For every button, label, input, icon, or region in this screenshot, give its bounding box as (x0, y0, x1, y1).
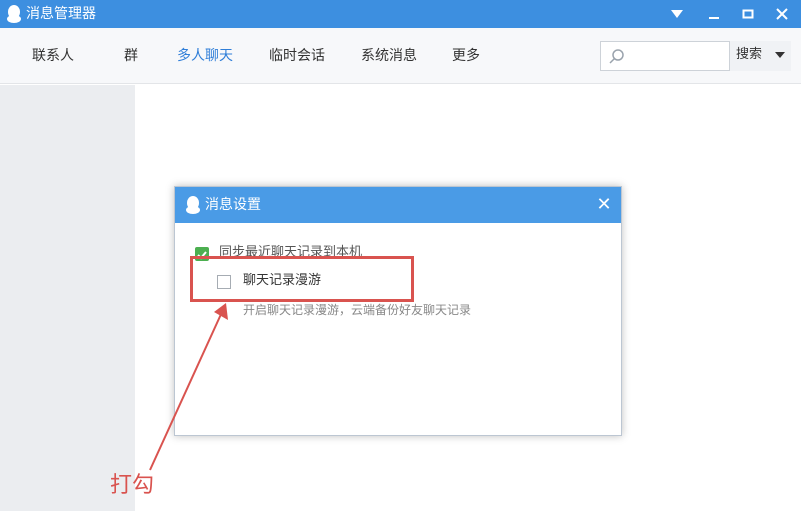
dialog-close-icon[interactable]: ✕ (594, 195, 614, 215)
search-button-label: 搜索 (736, 47, 763, 62)
search-icon (609, 49, 624, 64)
tab-group-chat[interactable]: 多人聊天 (177, 46, 233, 66)
menu-dropdown-button[interactable] (660, 0, 694, 28)
tab-more[interactable]: 更多 (452, 46, 480, 66)
dialog-title: 消息设置 (205, 197, 261, 213)
minimize-icon (709, 17, 719, 19)
nav-bar: 联系人 群 多人聊天 临时会话 系统消息 更多 搜索 (0, 28, 801, 84)
chevron-down-icon (775, 52, 785, 58)
qq-penguin-icon (186, 196, 200, 214)
tab-system-messages[interactable]: 系统消息 (361, 46, 417, 66)
left-pane (0, 85, 135, 511)
search-box: 搜索 (600, 41, 791, 71)
maximize-icon (742, 9, 754, 19)
message-settings-dialog: 消息设置 ✕ 同步最近聊天记录到本机 聊天记录漫游 开启聊天记录漫游，云端备份好… (174, 186, 622, 436)
tab-groups[interactable]: 群 (124, 46, 138, 66)
close-button[interactable] (765, 0, 799, 28)
annotation-text: 打勾 (110, 473, 155, 498)
triangle-down-icon (671, 10, 683, 18)
roaming-option-description: 开启聊天记录漫游，云端备份好友聊天记录 (243, 303, 472, 317)
search-button[interactable]: 搜索 (729, 41, 791, 71)
minimize-button[interactable] (697, 0, 731, 28)
close-icon (776, 8, 788, 20)
title-bar: 消息管理器 (0, 0, 801, 28)
tab-contacts[interactable]: 联系人 (32, 46, 74, 66)
window-title: 消息管理器 (26, 6, 96, 22)
maximize-button[interactable] (731, 0, 765, 28)
tab-temp-chat[interactable]: 临时会话 (269, 46, 325, 66)
annotation-highlight-box (190, 256, 414, 302)
qq-penguin-icon (7, 5, 21, 23)
dialog-header: 消息设置 ✕ (175, 187, 621, 223)
